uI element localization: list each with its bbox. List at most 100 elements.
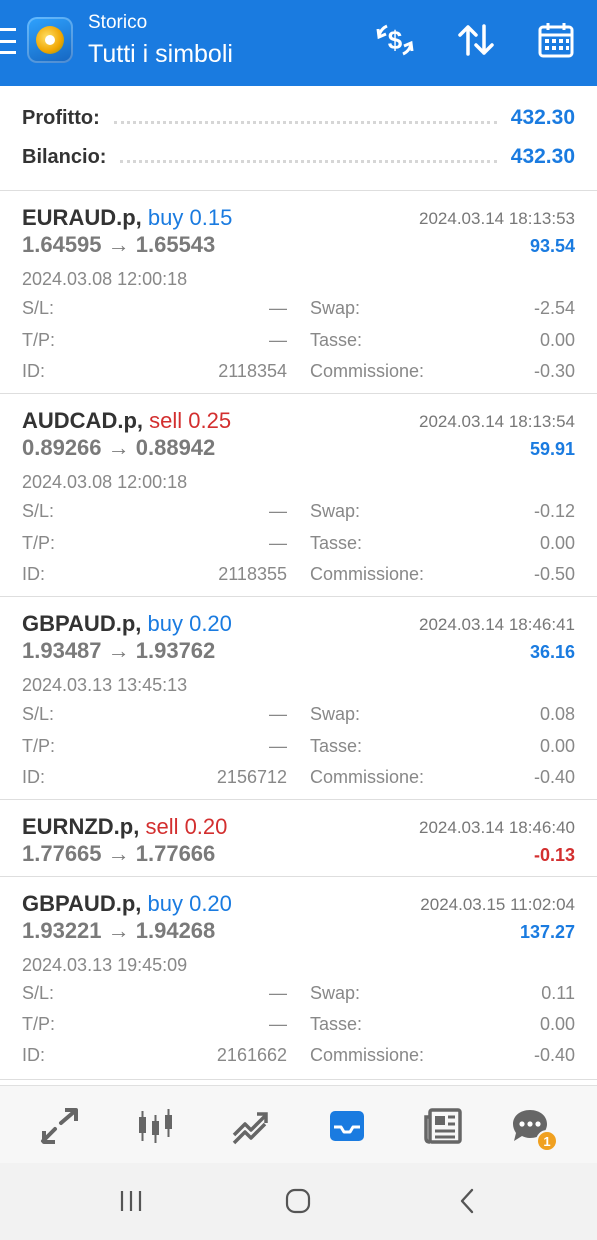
balance-label: Bilancio: bbox=[22, 145, 107, 168]
id-label: ID: bbox=[22, 767, 46, 787]
tp-value: — bbox=[269, 736, 287, 756]
news-icon[interactable] bbox=[421, 1104, 465, 1148]
sl-label: S/L: bbox=[22, 704, 55, 724]
commission-label: Commissione: bbox=[310, 1045, 425, 1065]
deal-item[interactable]: GBPAUD.p, buy 0.20 2024.03.15 11:02:04 1… bbox=[0, 877, 597, 1080]
deal-profit: -0.13 bbox=[533, 845, 575, 865]
profit-value: 432.30 bbox=[510, 106, 575, 129]
deal-symbol: AUDCAD.p, sell 0.25 bbox=[22, 408, 231, 434]
id-value: 2161662 bbox=[216, 1045, 287, 1065]
sl-value: — bbox=[269, 704, 287, 724]
trade-icon[interactable] bbox=[228, 1104, 272, 1148]
deal-close-time: 2024.03.14 18:46:41 bbox=[419, 615, 575, 634]
tp-value: — bbox=[269, 330, 287, 350]
deal-prices: 1.93221 → 1.94268 bbox=[22, 918, 216, 943]
tp-label: T/P: bbox=[22, 1014, 56, 1034]
symbol-name: EURAUD.p, bbox=[22, 205, 142, 230]
header-title[interactable]: Tutti i simboli bbox=[88, 40, 233, 69]
chart-icon[interactable] bbox=[133, 1104, 177, 1148]
id-label: ID: bbox=[22, 361, 46, 381]
deal-type: buy 0.15 bbox=[147, 205, 233, 230]
symbol-name: EURNZD.p, bbox=[22, 814, 140, 839]
history-icon[interactable] bbox=[325, 1104, 369, 1148]
tp-value: — bbox=[269, 533, 287, 553]
symbol-name: AUDCAD.p, bbox=[22, 408, 143, 433]
commission-label: Commissione: bbox=[310, 767, 425, 787]
chat-badge: 1 bbox=[536, 1130, 558, 1152]
chat-icon[interactable]: 1 bbox=[508, 1104, 558, 1152]
deal-item[interactable]: AUDCAD.p, sell 0.25 2024.03.14 18:13:54 … bbox=[0, 394, 597, 597]
recent-apps-icon[interactable] bbox=[116, 1185, 146, 1217]
sl-label: S/L: bbox=[22, 298, 55, 318]
taxes-value: 0.00 bbox=[539, 533, 575, 553]
deal-item[interactable]: EURAUD.p, buy 0.15 2024.03.14 18:13:53 1… bbox=[0, 191, 597, 394]
currency-exchange-icon[interactable]: $ bbox=[372, 20, 418, 60]
swap-value: -0.12 bbox=[533, 501, 575, 521]
deal-close-time: 2024.03.15 11:02:04 bbox=[420, 895, 575, 914]
dotted-leader bbox=[120, 159, 497, 163]
id-value: 2118355 bbox=[218, 564, 287, 584]
detail-row: S/L: — Swap: -0.12 bbox=[22, 501, 575, 525]
swap-value: 0.08 bbox=[539, 704, 575, 724]
swap-label: Swap: bbox=[310, 704, 361, 724]
menu-icon[interactable] bbox=[0, 28, 18, 54]
deal-type: sell 0.25 bbox=[149, 408, 232, 433]
history-summary: Profitto: 432.30 Bilancio: 432.30 bbox=[0, 86, 597, 191]
deal-close-time: 2024.03.14 18:46:40 bbox=[419, 818, 575, 837]
deal-profit: 59.91 bbox=[529, 439, 575, 459]
bottom-navigation: 1 bbox=[0, 1085, 597, 1163]
detail-row: ID: 2118354 Commissione: -0.30 bbox=[22, 361, 575, 385]
commission-value: -0.30 bbox=[533, 361, 575, 381]
deal-prices: 1.93487 → 1.93762 bbox=[22, 638, 216, 663]
taxes-label: Tasse: bbox=[310, 330, 363, 350]
deal-open-time: 2024.03.13 19:45:09 bbox=[22, 955, 188, 975]
deal-prices: 0.89266 → 0.88942 bbox=[22, 435, 216, 460]
deal-open-time: 2024.03.08 12:00:18 bbox=[22, 269, 188, 289]
deal-symbol: EURAUD.p, buy 0.15 bbox=[22, 205, 232, 231]
symbol-name: GBPAUD.p, bbox=[22, 891, 142, 916]
taxes-value: 0.00 bbox=[539, 1014, 575, 1034]
taxes-label: Tasse: bbox=[310, 533, 363, 553]
svg-text:$: $ bbox=[388, 25, 403, 55]
deal-close-time: 2024.03.14 18:13:54 bbox=[419, 412, 575, 431]
calendar-icon[interactable] bbox=[535, 20, 577, 60]
deal-item[interactable]: GBPAUD.p, buy 0.20 2024.03.14 18:46:41 1… bbox=[0, 597, 597, 800]
app-header: Storico Tutti i simboli $ bbox=[0, 0, 597, 86]
sort-icon[interactable] bbox=[455, 20, 497, 60]
deal-type: buy 0.20 bbox=[147, 611, 232, 636]
deal-item[interactable]: EURNZD.p, sell 0.20 2024.03.14 18:46:40 … bbox=[0, 800, 597, 877]
taxes-label: Tasse: bbox=[310, 1014, 363, 1034]
dotted-leader bbox=[113, 120, 497, 124]
deal-profit: 137.27 bbox=[519, 922, 575, 942]
sl-label: S/L: bbox=[22, 501, 55, 521]
deal-prices: 1.64595 → 1.65543 bbox=[22, 232, 216, 257]
home-icon[interactable] bbox=[283, 1185, 313, 1217]
taxes-value: 0.00 bbox=[539, 330, 575, 350]
id-label: ID: bbox=[22, 564, 46, 584]
sl-value: — bbox=[269, 298, 287, 318]
profit-label: Profitto: bbox=[22, 106, 100, 129]
detail-row: T/P: — Tasse: 0.00 bbox=[22, 736, 575, 760]
swap-label: Swap: bbox=[310, 983, 361, 1003]
deal-profit: 36.16 bbox=[529, 642, 575, 662]
detail-row: T/P: — Tasse: 0.00 bbox=[22, 1014, 575, 1038]
taxes-value: 0.00 bbox=[539, 736, 575, 756]
detail-row: S/L: — Swap: -2.54 bbox=[22, 298, 575, 322]
deal-open-time: 2024.03.08 12:00:18 bbox=[22, 472, 188, 492]
back-icon[interactable] bbox=[452, 1185, 482, 1217]
tp-label: T/P: bbox=[22, 736, 56, 756]
detail-row: T/P: — Tasse: 0.00 bbox=[22, 533, 575, 557]
tp-label: T/P: bbox=[22, 533, 56, 553]
swap-value: 0.11 bbox=[541, 983, 575, 1003]
header-subtitle: Storico bbox=[88, 12, 148, 33]
deal-symbol: GBPAUD.p, buy 0.20 bbox=[22, 611, 232, 637]
detail-row: T/P: — Tasse: 0.00 bbox=[22, 330, 575, 354]
detail-row: ID: 2156712 Commissione: -0.40 bbox=[22, 767, 575, 791]
detail-row: S/L: — Swap: 0.08 bbox=[22, 704, 575, 728]
deal-type: sell 0.20 bbox=[145, 814, 228, 839]
swap-label: Swap: bbox=[310, 501, 361, 521]
sl-label: S/L: bbox=[22, 983, 55, 1003]
sl-value: — bbox=[269, 983, 287, 1003]
tp-value: — bbox=[269, 1014, 287, 1034]
quotes-icon[interactable] bbox=[38, 1104, 82, 1148]
